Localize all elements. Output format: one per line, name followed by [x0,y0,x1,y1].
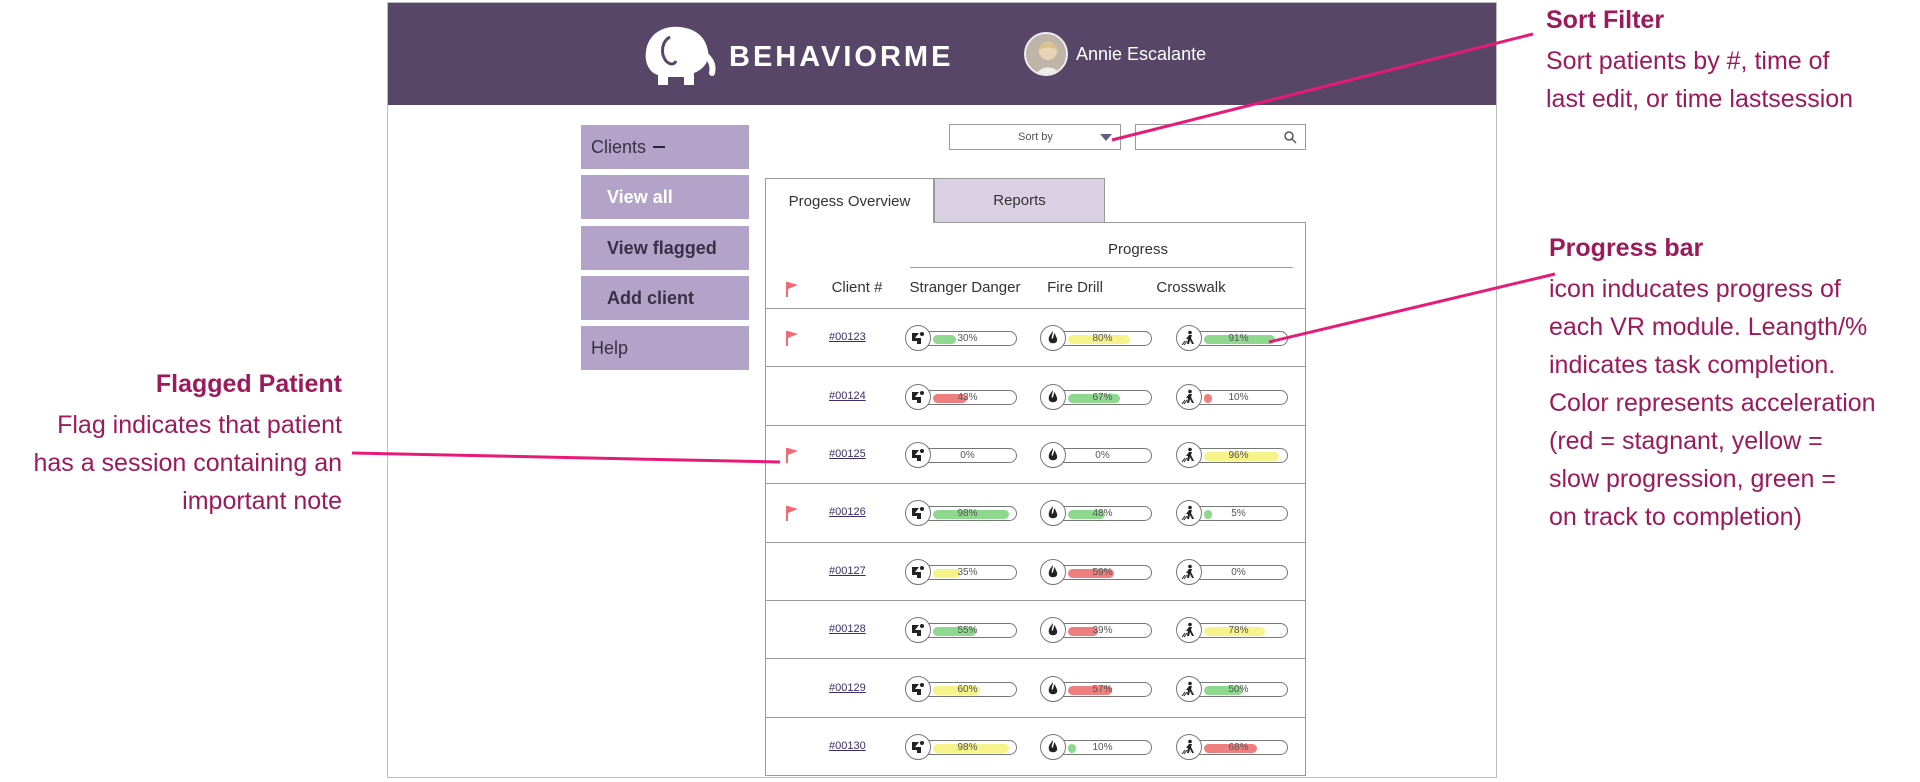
annotation-line-text: indicates task completion. [1549,351,1836,379]
stage: BEHAVIORME Annie Escalante Clients View … [0,0,1920,782]
annotation-line-text: (red = stagnant, yellow = [1549,427,1823,455]
crosswalk-icon [1176,383,1202,410]
fire-icon [1040,441,1066,468]
sort-annotation-title: Sort Filter [1546,6,1665,34]
progress-annotation-body: icon inducates progress of each VR modul… [1549,270,1876,536]
crosswalk-icon [1176,617,1202,644]
fire-icon [1040,325,1066,352]
stranger-danger-icon [905,675,931,702]
annotation-line-text: Color represents acceleration [1549,389,1876,417]
stranger-danger-icon [905,325,931,352]
annotation-line-text: important note [182,487,342,515]
sort-annotation-line [1111,32,1534,142]
fire-icon [1040,733,1066,760]
annotation-line-text: slow progression, green = [1549,465,1836,493]
flag-annotation-title: Flagged Patient [155,370,342,398]
tab-label: Progess Overview [788,192,911,210]
annotation-line-text: last edit, or time lastsession [1546,85,1854,113]
flag-annotation-body: Flag indicates that patient has a sessio… [33,406,342,520]
fire-icon [1040,558,1066,585]
stranger-danger-icon [905,733,931,760]
fire-icon [1040,383,1066,410]
progress-annotation-line [1268,272,1556,344]
stranger-danger-icon [905,441,931,468]
stranger-danger-icon [905,558,931,585]
annotation-line-text: Sort patients by #, time of [1546,47,1830,75]
fire-icon [1040,617,1066,644]
annotation-line-text: icon inducates progress of [1549,275,1841,303]
crosswalk-icon [1176,675,1202,702]
tab-progress-overview[interactable]: Progess Overview [765,178,934,223]
annotation-line-text: Flag indicates that patient [57,411,342,439]
annotation-line-text: on track to completion) [1549,503,1802,531]
stranger-danger-icon [905,617,931,644]
stranger-danger-icon [905,383,931,410]
fire-icon [1040,675,1066,702]
crosswalk-icon [1176,441,1202,468]
annotation-line-text: each VR module. Leangth/% [1549,313,1868,341]
progress-annotation-title: Progress bar [1549,234,1704,262]
flag-annotation-line [351,451,781,464]
crosswalk-icon [1176,325,1202,352]
crosswalk-icon [1176,558,1202,585]
annotation-line-text: has a session containing an [33,449,342,477]
crosswalk-icon [1176,733,1202,760]
sort-annotation-body: Sort patients by #, time of last edit, o… [1546,42,1853,118]
